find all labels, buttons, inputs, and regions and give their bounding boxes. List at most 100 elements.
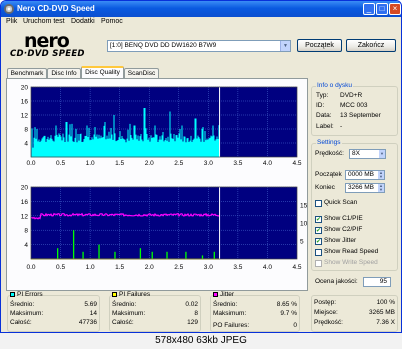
chart-xtick-label: 0.0 [26,160,35,167]
position-row: Miejsce: 3265 MB [314,309,395,317]
chart-ytick-label: 12 [21,113,29,120]
start-range-value: 0000 MB [348,171,375,178]
jitter-head: Jitter [213,291,234,298]
pi-failure-bar [72,230,75,259]
read-speed-value: 7.36 X [376,319,395,326]
pi-failures-avg-row: Średnio: 0.02 [112,301,198,309]
read-speed-label: Prędkość: [314,319,343,326]
chart-ytick-label: 16 [21,199,29,206]
checkbox-box[interactable]: ✔ [315,238,322,245]
progress-value: 100 % [376,299,395,306]
pi-failures-swatch [112,292,117,297]
progress-label: Postęp: [314,299,337,306]
quality-label: Ocena jakości: [315,278,358,285]
speed-select[interactable]: 8X ▼ [349,149,386,159]
pi-failure-bar [139,248,142,259]
pi-failures-total-row: Całość: 129 [112,319,198,327]
chart-ytick-right-label: 10 [300,221,308,228]
spinner-icon[interactable]: ▲ ▼ [378,171,384,179]
disc-type-value: DVD+R [340,92,363,99]
chevron-down-icon[interactable]: ▼ [379,150,385,158]
image-info-text: 578x480 63kb JPEG [155,335,247,346]
chart-xtick-label: 2.0 [145,264,154,271]
pi-failures-avg: 0.02 [185,301,198,308]
chart-xtick-label: 2.5 [174,264,183,271]
pi-failure-bar [213,251,215,259]
disc-label-key: Label: [316,123,334,130]
spinner-icon[interactable]: ▲ ▼ [378,184,384,192]
chart-xtick-label: 1.0 [86,160,95,167]
progress-row: Postęp: 100 % [314,299,395,307]
checkbox-box [315,260,322,267]
disc-date-key: Data: [316,112,332,119]
chart-xtick-label: 1.5 [115,264,124,271]
checkbox-label: Show Read Speed [324,248,379,255]
end-range-input[interactable]: 3266 MB ▲ ▼ [345,183,385,193]
start-range-input[interactable]: 0000 MB ▲ ▼ [345,170,385,180]
chart-xtick-label: 3.5 [233,160,242,167]
chart-xtick-label: 4.0 [263,264,272,271]
pi-failures-total-label: Całość: [112,319,134,326]
checkbox-box[interactable]: ✔ [315,227,322,234]
pi-errors-head: PI Errors [10,291,43,298]
app-window: Nero CD-DVD Speed _ □ × Plik Uruchom tes… [0,0,402,333]
chart-ytick-label: 8 [24,127,28,134]
jitter-max-row: Maksimum: 9.7 % [213,310,297,318]
checkbox-box[interactable]: ✔ [315,216,322,223]
pi-errors-max-label: Maksimum: [10,310,44,317]
disc-label-value: - [340,123,343,130]
chart-xtick-label: 3.0 [204,264,213,271]
checkbox-label: Show C1/PIE [324,215,363,222]
pi-failure-bar [114,251,116,259]
read-speed-row: Prędkość: 7.36 X [314,319,395,327]
image-footer: 578x480 63kb JPEG [0,333,402,349]
chart-ytick-label: 4 [24,141,28,148]
chart-ytick-label: 4 [24,242,28,249]
chart-plot-area-1 [31,187,297,259]
position-value: 3265 MB [368,309,395,316]
checkbox-label: Show Jitter [324,237,357,244]
pi-failures-head: PI Failures [112,291,150,298]
pi-errors-avg-label: Średnio: [10,301,35,308]
chart-xtick-label: 0.5 [56,160,65,167]
pi-failure-bar [82,251,84,259]
pi-errors-total-label: Całość: [10,319,32,326]
checkbox-label: Quick Scan [324,199,358,206]
pi-failure-bar [57,248,59,259]
disc-id-value: MCC 003 [340,102,368,109]
chart-xtick-label: 0.0 [26,264,35,271]
chart-xtick-label: 0.5 [56,264,65,271]
pi-failures-avg-label: Średnio: [112,301,137,308]
checkbox-box[interactable] [315,200,322,207]
jitter-max-label: Maksimum: [213,310,247,317]
pi-failures-title: PI Failures [119,291,151,298]
chart-ytick-right-label: 5 [300,239,304,246]
pi-failures-total: 129 [187,319,198,326]
pi-failures-max: 8 [194,310,198,317]
chart-xtick-label: 2.5 [174,160,183,167]
pi-failure-bar [185,251,187,259]
speed-value: 8X [352,150,360,157]
quality-value: 95 [363,277,391,287]
pi-errors-max: 14 [89,310,97,317]
jitter-box: Jitter Średnio: 8.65 % Maksimum: 9.7 % PO … [210,291,300,332]
jitter-swatch [213,292,218,297]
pi-errors-max-row: Maksimum: 14 [10,310,97,318]
po-failures-value: 0 [293,322,297,329]
chart-xtick-label: 1.0 [86,264,95,271]
tab-disc-quality[interactable]: Disc Quality [81,66,124,78]
chart-xtick-label: 2.0 [145,160,154,167]
jitter-max: 9.7 % [280,310,297,317]
progress-box: Postęp: 100 % Miejsce: 3265 MB Prędkość: 7.… [311,293,398,332]
chart-ytick-right-label: 15 [300,203,308,210]
po-failures-row: PO Failures: 0 [213,322,297,330]
position-label: Miejsce: [314,309,338,316]
disc-info-title: Info o dysku [316,82,354,89]
pi-errors-swatch [10,292,15,297]
pi-failure-bar [151,251,153,259]
checkbox-box[interactable] [315,249,322,256]
chart-xtick-label: 4.0 [263,160,272,167]
pi-failures-max-row: Maksimum: 8 [112,310,198,318]
chart-ytick-label: 12 [21,213,29,220]
chart-xtick-label: 3.5 [233,264,242,271]
